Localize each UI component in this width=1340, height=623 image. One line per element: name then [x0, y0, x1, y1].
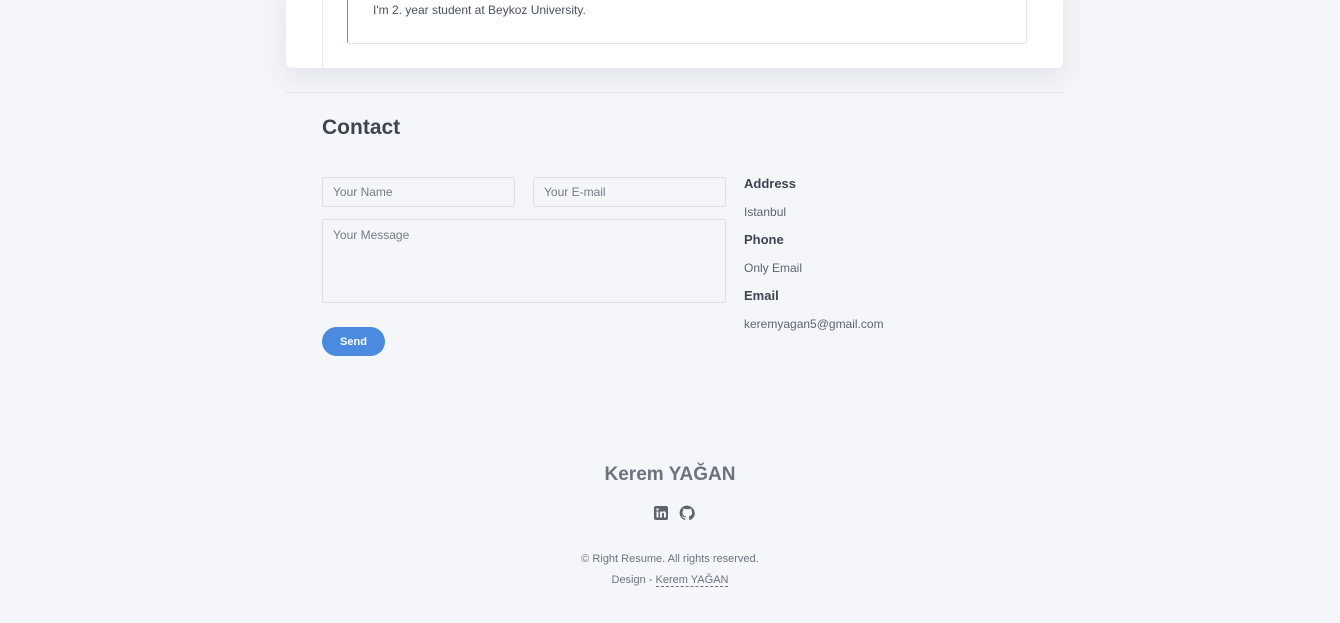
design-credit: Design - Kerem YAĞAN — [0, 574, 1340, 587]
experience-card: I'm 2. year student at Beykoz University… — [286, 0, 1063, 68]
email-value: keremyagan5@gmail.com — [744, 317, 884, 331]
copyright-text: © Right Resume. All rights reserved. — [581, 553, 759, 565]
linkedin-icon[interactable] — [653, 505, 669, 521]
github-icon[interactable] — [679, 505, 695, 521]
section-divider — [286, 92, 1063, 93]
name-input[interactable] — [322, 177, 515, 207]
design-prefix: Design - — [611, 574, 656, 586]
phone-label: Phone — [744, 232, 784, 247]
phone-value: Only Email — [744, 261, 803, 275]
social-links — [653, 505, 695, 521]
timeline-line — [322, 0, 323, 68]
timeline-entry: I'm 2. year student at Beykoz University… — [347, 0, 1027, 44]
timeline-entry-text: I'm 2. year student at Beykoz University… — [373, 3, 586, 17]
email-input[interactable] — [533, 177, 726, 207]
address-value: Istanbul — [744, 205, 787, 219]
email-label: Email — [744, 288, 779, 303]
send-button[interactable]: Send — [322, 327, 385, 356]
footer-name: Kerem YAĞAN — [604, 464, 736, 485]
address-label: Address — [744, 176, 797, 191]
designer-link[interactable]: Kerem YAĞAN — [655, 574, 729, 587]
contact-title: Contact — [322, 116, 401, 139]
message-input[interactable] — [322, 219, 726, 303]
